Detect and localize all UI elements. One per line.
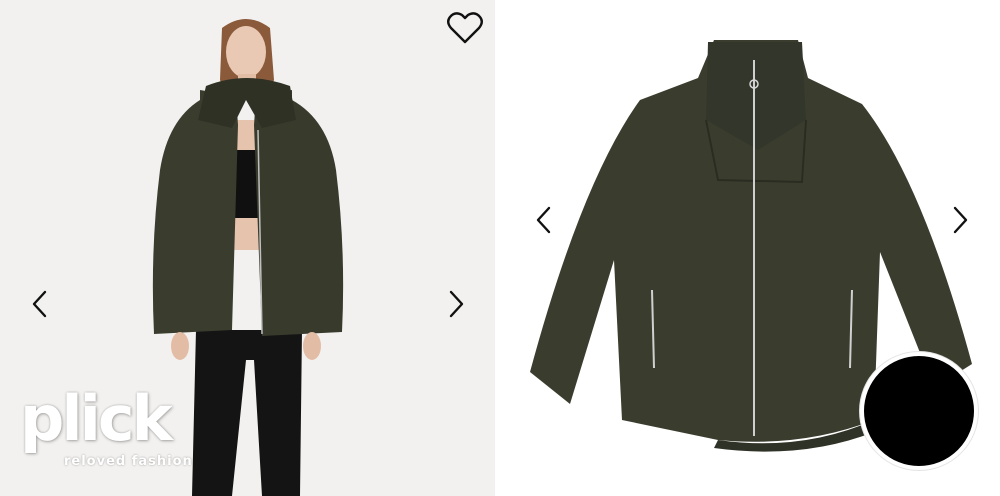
favorite-button[interactable] (446, 10, 484, 46)
next-image-button-right[interactable] (946, 200, 974, 240)
chevron-left-icon (536, 206, 551, 234)
prev-image-button-right[interactable] (530, 200, 558, 240)
brand-name: plick (20, 382, 173, 455)
chevron-right-icon (953, 206, 968, 234)
chevron-right-icon (449, 290, 464, 318)
chevron-left-icon (32, 290, 47, 318)
color-swatch-black[interactable] (860, 352, 978, 470)
next-image-button[interactable] (442, 284, 470, 324)
brand-logo: plick reloved fashion (20, 388, 192, 478)
panel-divider (495, 0, 502, 496)
heart-outline-icon (447, 12, 483, 44)
brand-tagline: reloved fashion (64, 454, 193, 469)
prev-image-button[interactable] (26, 284, 54, 324)
